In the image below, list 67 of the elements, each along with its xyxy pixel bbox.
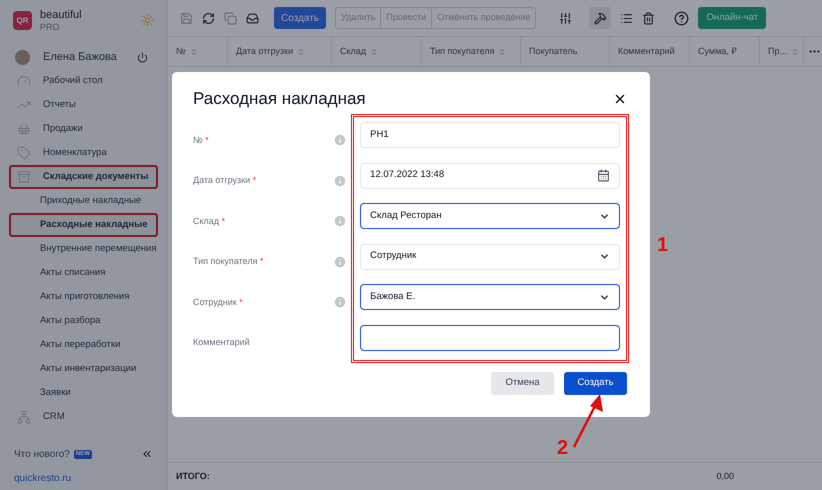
annotation-arrow xyxy=(572,394,603,448)
sidebar-item[interactable]: Рабочий стол xyxy=(9,69,158,93)
sidebar-item[interactable]: Отчеты xyxy=(9,93,158,117)
sidebar-subitem[interactable]: Акты инвентаризации xyxy=(9,357,158,381)
input-field[interactable] xyxy=(360,324,620,350)
hierarchy-icon xyxy=(17,410,31,424)
total-label: ИТОГО: xyxy=(175,470,211,483)
sidebar-subitem[interactable]: Акты переработки xyxy=(9,333,158,357)
basket-icon xyxy=(17,122,31,136)
column-header[interactable]: Дата отгрузки xyxy=(228,37,332,66)
sidebar-subitem[interactable]: Внутренние перемещения xyxy=(9,237,158,261)
column-header[interactable]: Покупатель xyxy=(521,37,610,66)
column-header[interactable]: № xyxy=(168,37,228,66)
dialog-title: Расходная накладная xyxy=(193,88,366,110)
field-label: Тип покупателя * xyxy=(193,255,264,268)
gauge-icon xyxy=(17,74,31,88)
select-field[interactable]: Склад Ресторан xyxy=(360,203,620,229)
whats-new-link[interactable]: Что нового? xyxy=(14,446,70,462)
sidebar-subitem[interactable]: Заявки xyxy=(9,381,158,405)
column-header[interactable]: Склад xyxy=(332,37,422,66)
calendar-icon[interactable] xyxy=(597,169,610,182)
column-header[interactable]: Тип покупателя xyxy=(422,37,521,66)
brand-name: beautiful xyxy=(40,8,82,20)
sidebar-item[interactable]: Складские документы xyxy=(9,165,158,189)
close-icon[interactable] xyxy=(613,92,627,106)
select-field[interactable]: Сотрудник xyxy=(360,244,620,270)
input-field[interactable]: РН1 xyxy=(360,122,620,148)
sliders-icon[interactable] xyxy=(559,12,572,24)
annotation-number: 2 xyxy=(557,436,568,461)
user-name: Елена Бажова xyxy=(43,50,117,65)
sidebar-subitem[interactable]: Приходные накладные xyxy=(9,189,158,213)
collapse-icon[interactable] xyxy=(141,448,153,460)
tag-icon xyxy=(17,146,31,160)
site-link[interactable]: quickresto.ru xyxy=(0,466,167,490)
help-icon[interactable] xyxy=(674,10,690,26)
column-header[interactable]: Пр... xyxy=(760,37,804,66)
refresh-icon[interactable] xyxy=(202,12,215,24)
sidebar-subitem[interactable]: Акты списания xyxy=(9,261,158,285)
sidebar-item[interactable]: Продажи xyxy=(9,117,158,141)
sidebar-item[interactable]: CRM xyxy=(9,405,158,429)
sidebar-subitem[interactable]: Расходные накладные xyxy=(9,213,158,237)
column-header[interactable]: Комментарий xyxy=(610,37,690,66)
total-sum: 0,00 xyxy=(716,470,734,483)
cancel-button[interactable]: Отмена xyxy=(491,372,554,395)
archive-icon xyxy=(17,170,31,184)
select-field[interactable]: Бажова Е. xyxy=(360,284,620,310)
field-label: Сотрудник * xyxy=(193,296,243,309)
avatar xyxy=(15,50,30,64)
sidebar-subitem[interactable]: Акты приготовления xyxy=(9,285,158,309)
create-button[interactable]: Создать xyxy=(274,7,326,29)
field-label: Комментарий xyxy=(193,336,250,349)
sidebar-subitem[interactable]: Акты разбора xyxy=(9,309,158,333)
field-label: № * xyxy=(193,134,209,146)
inbox-icon[interactable] xyxy=(246,12,259,24)
logo: QR xyxy=(13,11,32,30)
annotation-number: 1 xyxy=(657,233,668,258)
power-icon[interactable] xyxy=(137,52,148,62)
list-icon[interactable] xyxy=(620,12,634,24)
sidebar-item[interactable]: Номенклатура xyxy=(9,141,158,165)
field-label: Дата отгрузки * xyxy=(193,174,256,187)
tools-icon[interactable] xyxy=(594,12,607,24)
column-header[interactable]: Сумма, ₽ xyxy=(690,37,760,66)
trash-icon[interactable] xyxy=(642,12,656,24)
submit-button[interactable]: Создать xyxy=(564,372,627,395)
date-field[interactable]: 12.07.2022 13:48 xyxy=(360,162,620,188)
plan-label: PRO xyxy=(40,20,61,32)
field-label: Склад * xyxy=(193,214,226,228)
